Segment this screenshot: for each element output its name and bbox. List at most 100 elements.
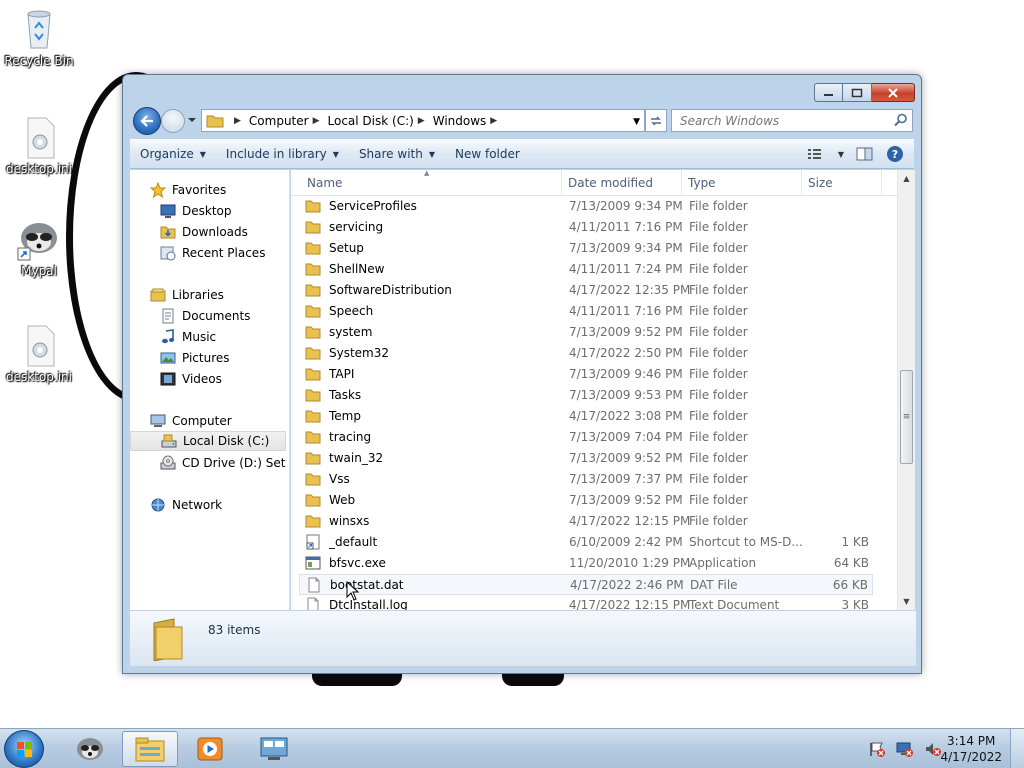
- breadcrumb-computer[interactable]: Computer ▶: [249, 114, 328, 128]
- nav-downloads[interactable]: Downloads: [130, 222, 286, 242]
- folder-icon: [305, 492, 321, 508]
- nav-pictures[interactable]: Pictures: [130, 348, 286, 368]
- file-row[interactable]: winsxs 4/17/2022 12:15 PM File folder: [299, 511, 873, 532]
- search-input[interactable]: [680, 113, 880, 128]
- action-center-flag-icon[interactable]: [868, 741, 886, 757]
- file-row[interactable]: TAPI 7/13/2009 9:46 PM File folder: [299, 364, 873, 385]
- file-type: File folder: [689, 388, 748, 402]
- breadcrumb-local-disk[interactable]: Local Disk (C:) ▶: [328, 114, 433, 128]
- scroll-thumb[interactable]: ≡: [900, 370, 913, 464]
- file-row[interactable]: tracing 7/13/2009 7:04 PM File folder: [299, 427, 873, 448]
- view-options-dropdown[interactable]: ▼: [836, 144, 846, 164]
- share-with-button[interactable]: Share with ▼: [349, 140, 445, 168]
- desktop-icon-mypal[interactable]: Mypal: [1, 216, 77, 278]
- column-divider[interactable]: [681, 170, 682, 196]
- back-button[interactable]: [133, 107, 161, 135]
- scroll-down-button[interactable]: ▼: [898, 593, 915, 610]
- refresh-button[interactable]: [645, 109, 667, 132]
- file-row[interactable]: Vss 7/13/2009 7:37 PM File folder: [299, 469, 873, 490]
- desktop-icon-recycle-bin[interactable]: Recycle Bin: [1, 6, 77, 68]
- title-bar[interactable]: [123, 75, 921, 109]
- sort-ascending-icon: ▲: [424, 169, 430, 177]
- file-row[interactable]: bootstat.dat 4/17/2022 2:46 PM DAT File 66 …: [299, 574, 873, 595]
- minimize-icon: [823, 93, 833, 96]
- network-disconnected-icon[interactable]: [896, 741, 914, 757]
- organize-button[interactable]: Organize ▼: [130, 140, 216, 168]
- column-name[interactable]: Name: [307, 176, 342, 190]
- column-divider[interactable]: [801, 170, 802, 196]
- recent-pages-dropdown[interactable]: [187, 114, 199, 126]
- item-count: 83 items: [208, 623, 261, 637]
- file-row[interactable]: Tasks 7/13/2009 9:53 PM File folder: [299, 385, 873, 406]
- file-name: tracing: [329, 430, 372, 444]
- mouse-cursor-icon: [346, 581, 360, 601]
- file-row[interactable]: System32 4/17/2022 2:50 PM File folder: [299, 343, 873, 364]
- address-bar[interactable]: ▶ Computer ▶ Local Disk (C:) ▶ Windows ▶ ▼: [201, 109, 645, 132]
- file-row[interactable]: ServiceProfiles 7/13/2009 9:34 PM File fol…: [299, 196, 873, 217]
- nav-videos[interactable]: Videos: [130, 369, 286, 389]
- file-date-modified: 4/11/2011 7:16 PM: [569, 304, 683, 318]
- breadcrumb-windows[interactable]: Windows ▶: [433, 114, 506, 128]
- file-row[interactable]: twain_32 7/13/2009 9:52 PM File folder: [299, 448, 873, 469]
- file-row[interactable]: _default 6/10/2009 2:42 PM Shortcut to MS-…: [299, 532, 873, 553]
- nav-desktop[interactable]: Desktop: [130, 201, 286, 221]
- nav-libraries[interactable]: Libraries: [130, 285, 286, 305]
- close-button[interactable]: [872, 83, 915, 102]
- column-divider[interactable]: [881, 170, 882, 196]
- help-button[interactable]: ?: [884, 144, 906, 164]
- taskbar-app-explorer[interactable]: [122, 731, 178, 767]
- forward-button[interactable]: [161, 109, 185, 133]
- nav-computer[interactable]: Computer: [130, 411, 286, 431]
- details-pane: 83 items: [130, 610, 916, 666]
- change-view-button[interactable]: [806, 144, 828, 164]
- file-row[interactable]: Web 7/13/2009 9:52 PM File folder: [299, 490, 873, 511]
- address-history-dropdown[interactable]: ▼: [633, 117, 640, 127]
- file-row[interactable]: Speech 4/11/2011 7:16 PM File folder: [299, 301, 873, 322]
- column-type[interactable]: Type: [688, 176, 716, 190]
- file-type: File folder: [689, 262, 748, 276]
- file-type: File folder: [689, 493, 748, 507]
- show-desktop-button[interactable]: [1010, 729, 1024, 768]
- file-row[interactable]: SoftwareDistribution 4/17/2022 12:35 PM Fi…: [299, 280, 873, 301]
- scroll-up-button[interactable]: ▲: [898, 170, 915, 187]
- preview-pane-button[interactable]: [854, 144, 876, 164]
- application-icon: [305, 555, 321, 571]
- maximize-button[interactable]: [843, 83, 872, 102]
- nav-label: Videos: [182, 372, 222, 386]
- file-date-modified: 4/17/2022 2:46 PM: [570, 578, 684, 592]
- taskbar-app-media-player[interactable]: [182, 731, 238, 767]
- column-size[interactable]: Size: [808, 176, 833, 190]
- file-type: File folder: [689, 325, 748, 339]
- new-folder-button[interactable]: New folder: [445, 140, 530, 168]
- vertical-scrollbar[interactable]: ▲ ≡ ▼: [897, 170, 915, 610]
- nav-favorites[interactable]: Favorites: [130, 180, 286, 200]
- breadcrumb-root-chevron[interactable]: ▶: [230, 116, 249, 126]
- nav-local-disk[interactable]: Local Disk (C:): [130, 431, 286, 451]
- volume-muted-icon[interactable]: [924, 741, 942, 757]
- nav-music[interactable]: Music: [130, 327, 286, 347]
- include-in-library-button[interactable]: Include in library ▼: [216, 140, 349, 168]
- start-button[interactable]: [4, 730, 44, 768]
- column-date-modified[interactable]: Date modified: [568, 176, 653, 190]
- nav-label: CD Drive (D:) Set: [182, 456, 286, 470]
- file-row[interactable]: Temp 4/17/2022 3:08 PM File folder: [299, 406, 873, 427]
- computer-icon: [150, 414, 166, 427]
- taskbar-app-mypal[interactable]: [62, 731, 118, 767]
- desktop-icon-desktop-ini-1[interactable]: desktop.ini: [1, 114, 77, 176]
- nav-documents[interactable]: Documents: [130, 306, 286, 326]
- column-divider[interactable]: [561, 170, 562, 196]
- file-row[interactable]: ShellNew 4/11/2011 7:24 PM File folder: [299, 259, 873, 280]
- taskbar-app-network-center[interactable]: [246, 731, 302, 767]
- system-clock[interactable]: 3:14 PM 4/17/2022: [940, 733, 1002, 765]
- desktop-icon-desktop-ini-2[interactable]: desktop.ini: [1, 322, 77, 384]
- nav-cd-drive[interactable]: CD Drive (D:) Set: [130, 453, 286, 473]
- nav-network[interactable]: Network: [130, 495, 286, 515]
- file-row[interactable]: bfsvc.exe 11/20/2010 1:29 PM Application 64…: [299, 553, 873, 574]
- search-box[interactable]: [671, 109, 913, 132]
- file-row[interactable]: Setup 7/13/2009 9:34 PM File folder: [299, 238, 873, 259]
- minimize-button[interactable]: [814, 83, 843, 102]
- file-row[interactable]: system 7/13/2009 9:52 PM File folder: [299, 322, 873, 343]
- desktop-icon-label: desktop.ini: [6, 162, 72, 176]
- nav-recent-places[interactable]: Recent Places: [130, 243, 286, 263]
- file-row[interactable]: servicing 4/11/2011 7:16 PM File folder: [299, 217, 873, 238]
